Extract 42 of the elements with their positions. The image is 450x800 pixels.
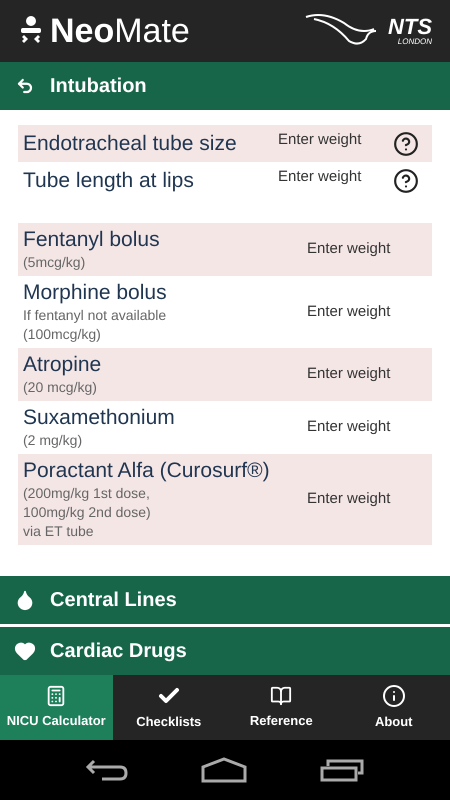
- partner-name: NTS: [388, 16, 432, 38]
- dose-note: (100mcg/kg): [23, 325, 102, 344]
- nav-tab[interactable]: NICU Calculator: [0, 675, 112, 740]
- dose-note: (5mcg/kg): [23, 253, 86, 272]
- result-text: Enter weight: [307, 302, 392, 322]
- dose-note: 100mg/kg 2nd dose): [23, 503, 152, 522]
- home-icon[interactable]: [200, 757, 247, 783]
- drug-name: Atropine: [23, 352, 102, 378]
- dose-note: If fentanyl not available: [23, 306, 168, 325]
- recents-icon[interactable]: [320, 758, 364, 782]
- nav-tab[interactable]: Checklists: [112, 675, 225, 740]
- section-header[interactable]: Central Lines: [0, 576, 450, 624]
- back-icon[interactable]: [86, 759, 128, 781]
- section-header[interactable]: Cardiac Drugs: [0, 627, 450, 675]
- drug-name: Morphine bolus: [23, 280, 168, 306]
- dose-note: (2 mg/kg): [23, 431, 84, 450]
- info-icon: [382, 684, 406, 708]
- result-text: Enter weight: [307, 417, 392, 438]
- nav-tab[interactable]: Reference: [225, 675, 338, 740]
- drug-name: Suxamethonium: [23, 405, 176, 431]
- drug-name: Poractant Alfa (Curosurf®): [23, 458, 271, 484]
- nav-tab[interactable]: About: [338, 675, 450, 740]
- row-label: Endotracheal tube size: [23, 130, 238, 157]
- result-text: Enter weight: [307, 489, 392, 510]
- dose-note: (200mg/kg 1st dose,: [23, 484, 151, 503]
- result-text: Enter weight: [278, 130, 362, 150]
- result-text: Enter weight: [307, 239, 392, 260]
- dose-note: (20 mcg/kg): [23, 378, 98, 397]
- drug-name: Fentanyl bolus: [23, 227, 161, 253]
- app-title: NeoMate: [50, 14, 190, 48]
- help-icon[interactable]: [393, 168, 419, 194]
- heart-icon: [14, 640, 36, 662]
- book-icon: [270, 684, 292, 707]
- section-header[interactable]: Intubation: [0, 62, 450, 110]
- result-text: Enter weight: [307, 364, 392, 384]
- result-text: Enter weight: [278, 167, 362, 187]
- back-icon[interactable]: [16, 77, 34, 95]
- partner-subtitle: LONDON: [398, 38, 432, 46]
- help-icon[interactable]: [393, 130, 419, 156]
- calculator-icon: [45, 684, 68, 707]
- row-label: Tube length at lips: [23, 168, 195, 194]
- dose-note: via ET tube: [23, 522, 95, 541]
